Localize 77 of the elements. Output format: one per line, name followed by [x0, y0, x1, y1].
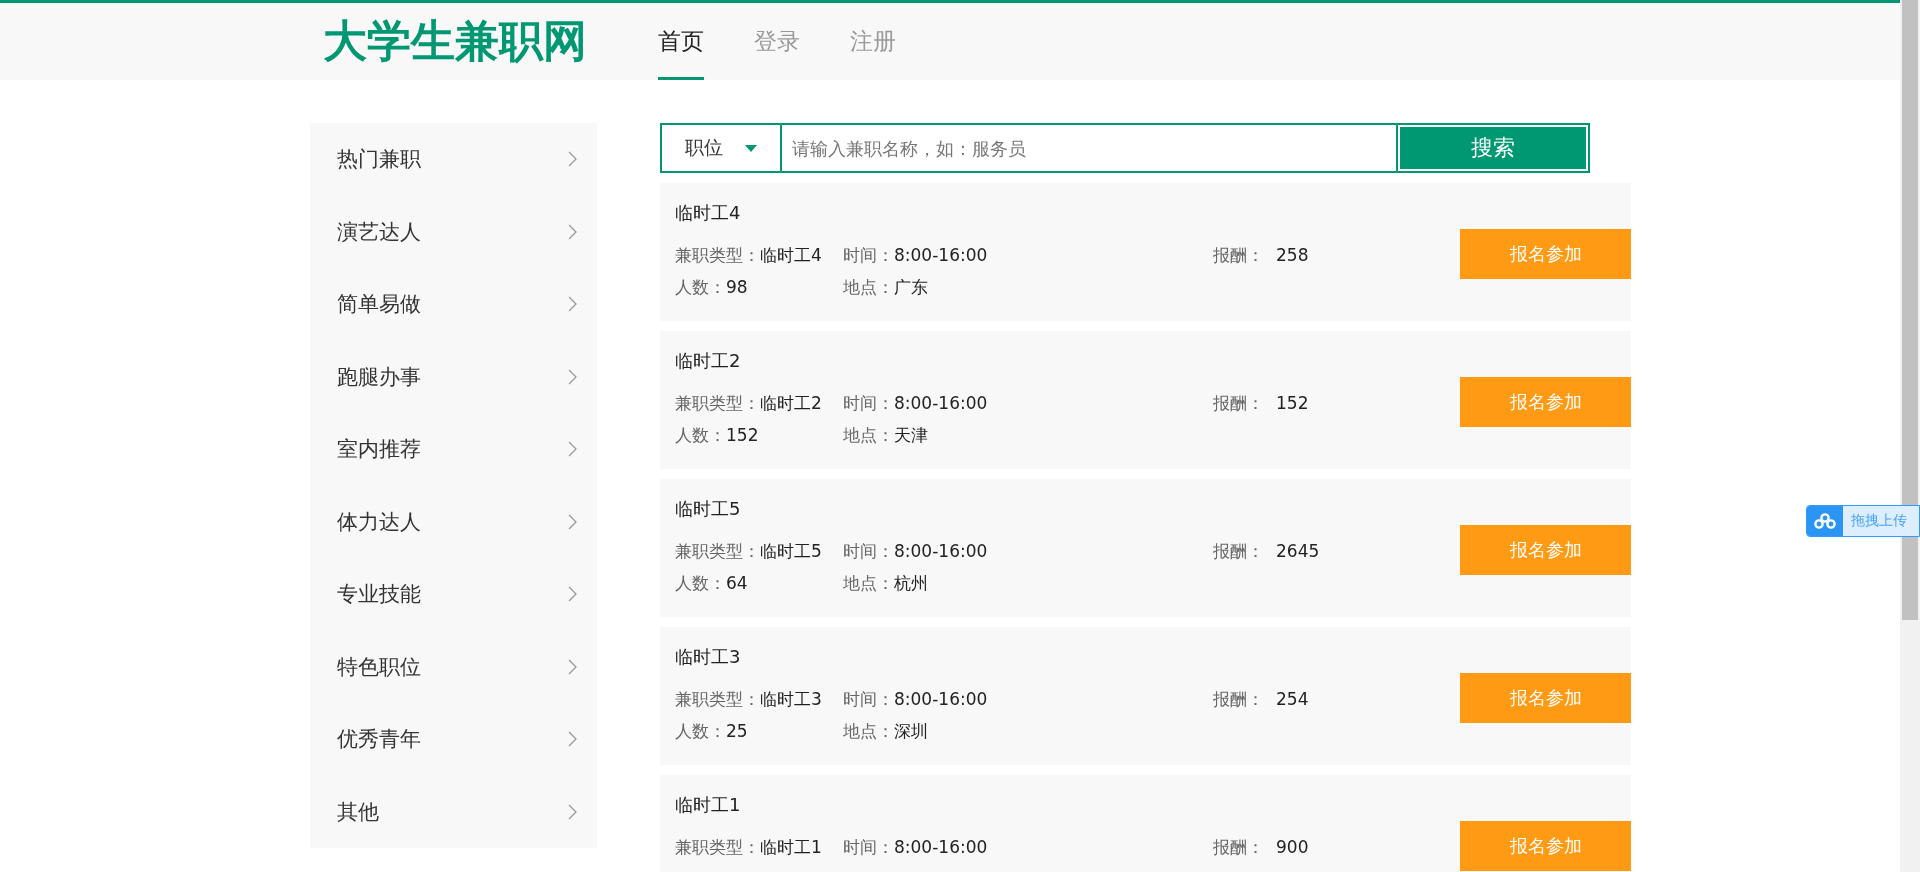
search-button[interactable]: 搜索: [1396, 123, 1590, 173]
field-label: 兼职类型：: [675, 689, 760, 709]
field-value: 900: [1276, 837, 1309, 857]
chevron-right-icon: [568, 296, 577, 313]
chevron-right-icon: [568, 803, 577, 820]
field-value: 8:00-16:00: [894, 393, 988, 413]
field-label: 报酬：: [1213, 541, 1264, 561]
field-value: 临时工2: [760, 393, 822, 413]
field-value: 杭州: [894, 573, 928, 593]
field-value: 天津: [894, 425, 928, 445]
category-item[interactable]: 演艺达人: [310, 195, 597, 268]
category-item[interactable]: 优秀青年: [310, 703, 597, 776]
field-label: 报酬：: [1213, 393, 1264, 413]
field-label: 报酬：: [1213, 245, 1264, 265]
field-label: 时间：: [843, 393, 894, 413]
field-label: 人数：: [675, 277, 726, 297]
category-item[interactable]: 简单易做: [310, 268, 597, 341]
field-value: 8:00-16:00: [894, 541, 988, 561]
chevron-right-icon: [568, 151, 577, 168]
field-value: 152: [726, 425, 759, 445]
cloud-icon: [1807, 506, 1843, 536]
field-label: 时间：: [843, 837, 894, 857]
field-value: 8:00-16:00: [894, 837, 988, 857]
field-value: 258: [1276, 245, 1309, 265]
field-label: 地点：: [843, 573, 894, 593]
field-value: 临时工1: [760, 837, 822, 857]
job-title[interactable]: 临时工3: [675, 645, 1309, 669]
field-value: 8:00-16:00: [894, 245, 988, 265]
field-label: 报酬：: [1213, 837, 1264, 857]
field-value: 64: [726, 573, 748, 593]
chevron-right-icon: [568, 658, 577, 675]
chevron-right-icon: [568, 586, 577, 603]
field-label: 时间：: [843, 245, 894, 265]
field-label: 兼职类型：: [675, 837, 760, 857]
chevron-right-icon: [568, 731, 577, 748]
field-value: 广东: [894, 277, 928, 297]
field-value: 152: [1276, 393, 1309, 413]
chevron-right-icon: [568, 223, 577, 240]
caret-down-icon: [745, 144, 757, 152]
field-label: 人数：: [675, 425, 726, 445]
nav-tab[interactable]: 首页: [658, 3, 704, 80]
job-title[interactable]: 临时工2: [675, 349, 1309, 373]
field-label: 地点：: [843, 277, 894, 297]
field-value: 2645: [1276, 541, 1320, 561]
category-item[interactable]: 室内推荐: [310, 413, 597, 486]
category-item[interactable]: 热门兼职: [310, 123, 597, 196]
field-value: 254: [1276, 689, 1309, 709]
chevron-right-icon: [568, 441, 577, 458]
chevron-right-icon: [568, 513, 577, 530]
field-value: 临时工3: [760, 689, 822, 709]
field-label: 兼职类型：: [675, 245, 760, 265]
category-item[interactable]: 跑腿办事: [310, 340, 597, 413]
field-label: 报酬：: [1213, 689, 1264, 709]
field-value: 98: [726, 277, 748, 297]
field-value: 深圳: [894, 721, 928, 741]
field-label: 人数：: [675, 721, 726, 741]
job-title[interactable]: 临时工4: [675, 201, 1309, 225]
field-label: 时间：: [843, 541, 894, 561]
search-field[interactable]: 请输入兼职名称，如：服务员: [782, 123, 1396, 173]
field-value: 8:00-16:00: [894, 689, 988, 709]
field-label: 地点：: [843, 721, 894, 741]
category-item[interactable]: 特色职位: [310, 630, 597, 703]
job-title[interactable]: 临时工5: [675, 497, 1320, 521]
category-item[interactable]: 专业技能: [310, 558, 597, 631]
category-item[interactable]: 其他: [310, 775, 597, 848]
field-label: 兼职类型：: [675, 393, 760, 413]
field-label: 地点：: [843, 425, 894, 445]
field-value: 25: [726, 721, 748, 741]
chevron-right-icon: [568, 368, 577, 385]
field-label: 人数：: [675, 573, 726, 593]
field-label: 兼职类型：: [675, 541, 760, 561]
field-label: 时间：: [843, 689, 894, 709]
field-value: 临时工4: [760, 245, 822, 265]
field-value: 临时工5: [760, 541, 822, 561]
category-dropdown[interactable]: 职位: [660, 123, 782, 173]
category-item[interactable]: 体力达人: [310, 485, 597, 558]
job-title[interactable]: 临时工1: [675, 793, 1309, 817]
